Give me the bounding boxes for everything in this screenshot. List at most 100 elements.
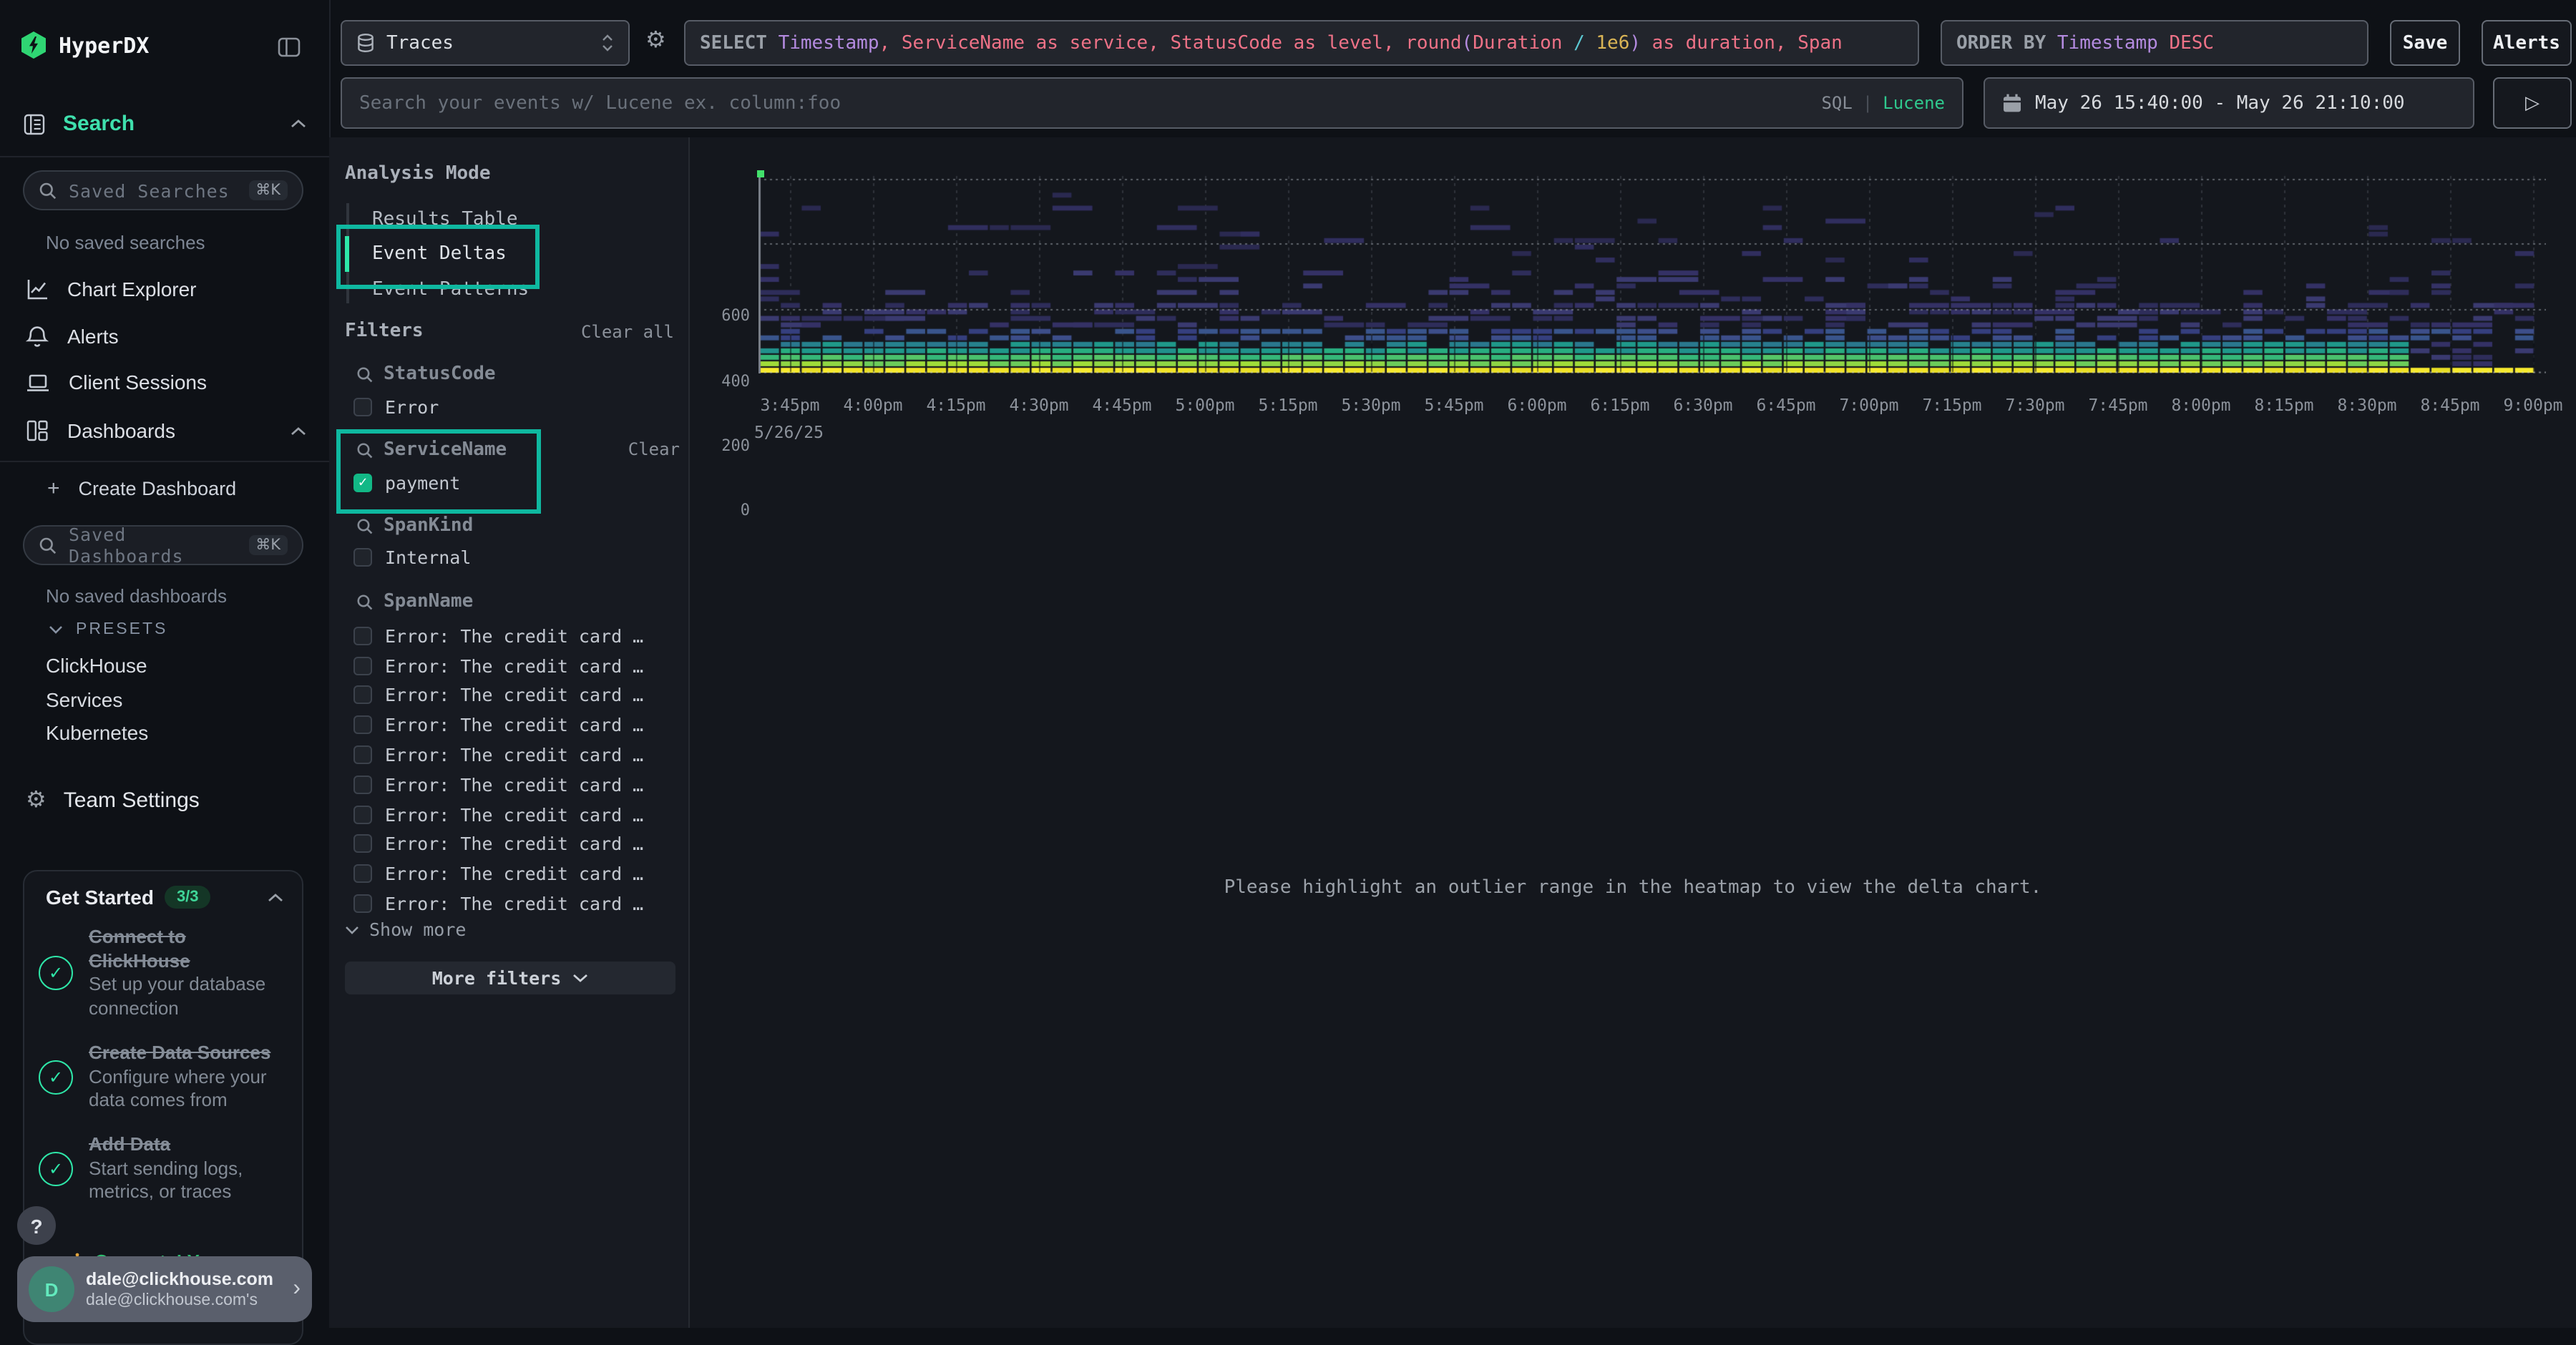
preset-clickhouse[interactable]: ClickHouse — [46, 654, 147, 677]
x-axis-tick-label: 3:45pm — [756, 395, 824, 415]
sidebar-item-alerts[interactable]: Alerts — [26, 318, 306, 355]
chevron-up-icon — [268, 892, 283, 902]
app-root: HyperDX Search Saved Searches ⌘K No save… — [0, 0, 2576, 1328]
get-started-item-title[interactable]: Create Data Sources — [89, 1042, 270, 1063]
gear-icon: ⚙ — [26, 789, 47, 812]
x-axis-tick-label: 8:45pm — [2416, 395, 2484, 415]
more-filters-button[interactable]: More filters — [345, 962, 675, 994]
mode-results-table[interactable]: Results Table — [372, 202, 518, 236]
get-started-item[interactable]: ✓ Connect to ClickHouse Set up your data… — [39, 926, 293, 1020]
checkbox-unchecked[interactable] — [353, 776, 372, 794]
search-section-label: Search — [63, 112, 135, 136]
checkbox-unchecked[interactable] — [353, 805, 372, 823]
x-axis-tick-label: 7:30pm — [2001, 395, 2069, 415]
language-toggle-divider: | — [1863, 93, 1873, 113]
run-query-button[interactable]: ▷ — [2493, 77, 2572, 129]
play-icon: ▷ — [2525, 92, 2540, 114]
logo[interactable]: HyperDX — [21, 31, 149, 59]
show-more-button[interactable]: Show more — [345, 919, 466, 940]
user-email: dale@clickhouse.com — [86, 1268, 273, 1290]
sidebar-item-label: Dashboards — [67, 419, 175, 442]
checkbox-unchecked[interactable] — [353, 716, 372, 735]
alerts-button[interactable]: Alerts — [2482, 20, 2572, 66]
checkbox-checked[interactable]: ✓ — [353, 474, 372, 492]
checkbox-unchecked[interactable] — [353, 894, 372, 913]
spanname-option-label: Error: The credit card … — [385, 744, 643, 766]
filter-option-spanname[interactable]: Error: The credit card … — [353, 770, 680, 800]
clear-servicename-button[interactable]: Clear — [628, 439, 680, 459]
presets-toggle[interactable]: PRESETS — [49, 621, 167, 638]
checkbox-unchecked[interactable] — [353, 656, 372, 675]
checkbox-unchecked[interactable] — [353, 835, 372, 854]
hyperdx-logo-icon — [21, 31, 46, 59]
sidebar-item-chart-explorer[interactable]: Chart Explorer — [26, 270, 306, 308]
clear-all-button[interactable]: Clear all — [581, 322, 674, 342]
duration-heatmap[interactable] — [758, 170, 2546, 373]
preset-kubernetes[interactable]: Kubernetes — [46, 721, 148, 744]
filter-option-spanname[interactable]: Error: The credit card … — [353, 621, 680, 651]
query-settings-gear-icon[interactable]: ⚙ — [645, 30, 666, 53]
search-input[interactable]: Search your events w/ Lucene ex. column:… — [341, 77, 1963, 129]
checkbox-unchecked[interactable] — [353, 745, 372, 764]
language-toggle-sql[interactable]: SQL — [1821, 93, 1852, 113]
filter-option-spanname[interactable]: Error: The credit card … — [353, 859, 680, 889]
time-range-picker[interactable]: May 26 15:40:00 - May 26 21:10:00 — [1984, 77, 2474, 129]
saved-dashboards-input[interactable]: Saved Dashboards ⌘K — [23, 525, 303, 565]
get-started-item-title[interactable]: Connect to ClickHouse — [89, 926, 190, 971]
saved-searches-input[interactable]: Saved Searches ⌘K — [23, 170, 303, 210]
chevron-up-icon — [291, 426, 306, 436]
checkbox-unchecked[interactable] — [353, 686, 372, 705]
chevron-down-icon — [572, 973, 588, 983]
get-started-header[interactable]: Get Started 3/3 — [46, 886, 283, 909]
filter-option-spanname[interactable]: Error: The credit card … — [353, 680, 680, 710]
sidebar-item-label: Alerts — [67, 325, 119, 348]
checkbox-unchecked[interactable] — [353, 548, 372, 567]
sidebar-item-dashboards[interactable]: Dashboards — [26, 412, 306, 449]
checkbox-unchecked[interactable] — [353, 398, 372, 416]
bell-icon — [26, 324, 49, 348]
sidebar-item-team-settings[interactable]: ⚙ Team Settings — [26, 788, 200, 813]
checkbox-unchecked[interactable] — [353, 627, 372, 645]
sql-select-input[interactable]: SELECT Timestamp, ServiceName as service… — [684, 20, 1919, 66]
help-label: ? — [30, 1214, 42, 1237]
kbd-shortcut: ⌘K — [248, 180, 288, 200]
checkbox-unchecked[interactable] — [353, 865, 372, 884]
order-by-input[interactable]: ORDER BY Timestamp DESC — [1941, 20, 2368, 66]
mode-event-patterns[interactable]: Event Patterns — [372, 272, 529, 306]
get-started-item-title[interactable]: Add Data — [89, 1133, 170, 1155]
help-button[interactable]: ? — [17, 1206, 56, 1245]
preset-services[interactable]: Services — [46, 688, 122, 711]
spanname-option-label: Error: The credit card … — [385, 864, 643, 885]
get-started-item[interactable]: ✓ Add Data Start sending logs, metrics, … — [39, 1133, 293, 1204]
filter-option-spanname[interactable]: Error: The credit card … — [353, 829, 680, 859]
filter-option-spanname[interactable]: Error: The credit card … — [353, 710, 680, 740]
get-started-item[interactable]: ✓ Create Data Sources Configure where yo… — [39, 1042, 293, 1112]
language-toggle-lucene[interactable]: Lucene — [1883, 93, 1945, 113]
filter-option-spanname[interactable]: Error: The credit card … — [353, 800, 680, 830]
no-saved-searches-text: No saved searches — [46, 232, 205, 253]
filter-option-error[interactable]: Error — [353, 392, 439, 422]
search-icon — [356, 441, 374, 459]
no-saved-dashboards-text: No saved dashboards — [46, 585, 227, 607]
user-menu[interactable]: D dale@clickhouse.com dale@clickhouse.co… — [17, 1256, 312, 1322]
spanname-option-label: Error: The credit card … — [385, 685, 643, 706]
check-circle-icon: ✓ — [39, 1060, 73, 1095]
filter-option-internal[interactable]: Internal — [353, 542, 471, 572]
sidebar-item-client-sessions[interactable]: Client Sessions — [26, 363, 306, 401]
filter-option-spanname[interactable]: Error: The credit card … — [353, 740, 680, 770]
filter-option-payment[interactable]: ✓ payment — [353, 468, 460, 498]
collapse-sidebar-icon[interactable] — [278, 37, 301, 57]
filter-group-spankind: SpanKind — [356, 515, 473, 537]
source-select[interactable]: Traces — [341, 20, 630, 66]
filters-panel: Analysis Mode Results Table Event Deltas… — [329, 137, 690, 1328]
save-button[interactable]: Save — [2390, 20, 2460, 66]
filter-option-spanname[interactable]: Error: The credit card … — [353, 651, 680, 681]
saved-dashboards-placeholder: Saved Dashboards — [69, 524, 237, 567]
filter-option-spanname[interactable]: Error: The credit card … — [353, 889, 680, 919]
team-settings-label: Team Settings — [64, 788, 200, 813]
create-dashboard-button[interactable]: + Create Dashboard — [47, 476, 236, 501]
search-section-header[interactable]: Search — [23, 112, 306, 136]
mode-event-deltas[interactable]: Event Deltas — [372, 236, 507, 270]
x-axis-tick-label: 5:30pm — [1337, 395, 1405, 415]
x-axis-tick-label: 7:15pm — [1918, 395, 1986, 415]
